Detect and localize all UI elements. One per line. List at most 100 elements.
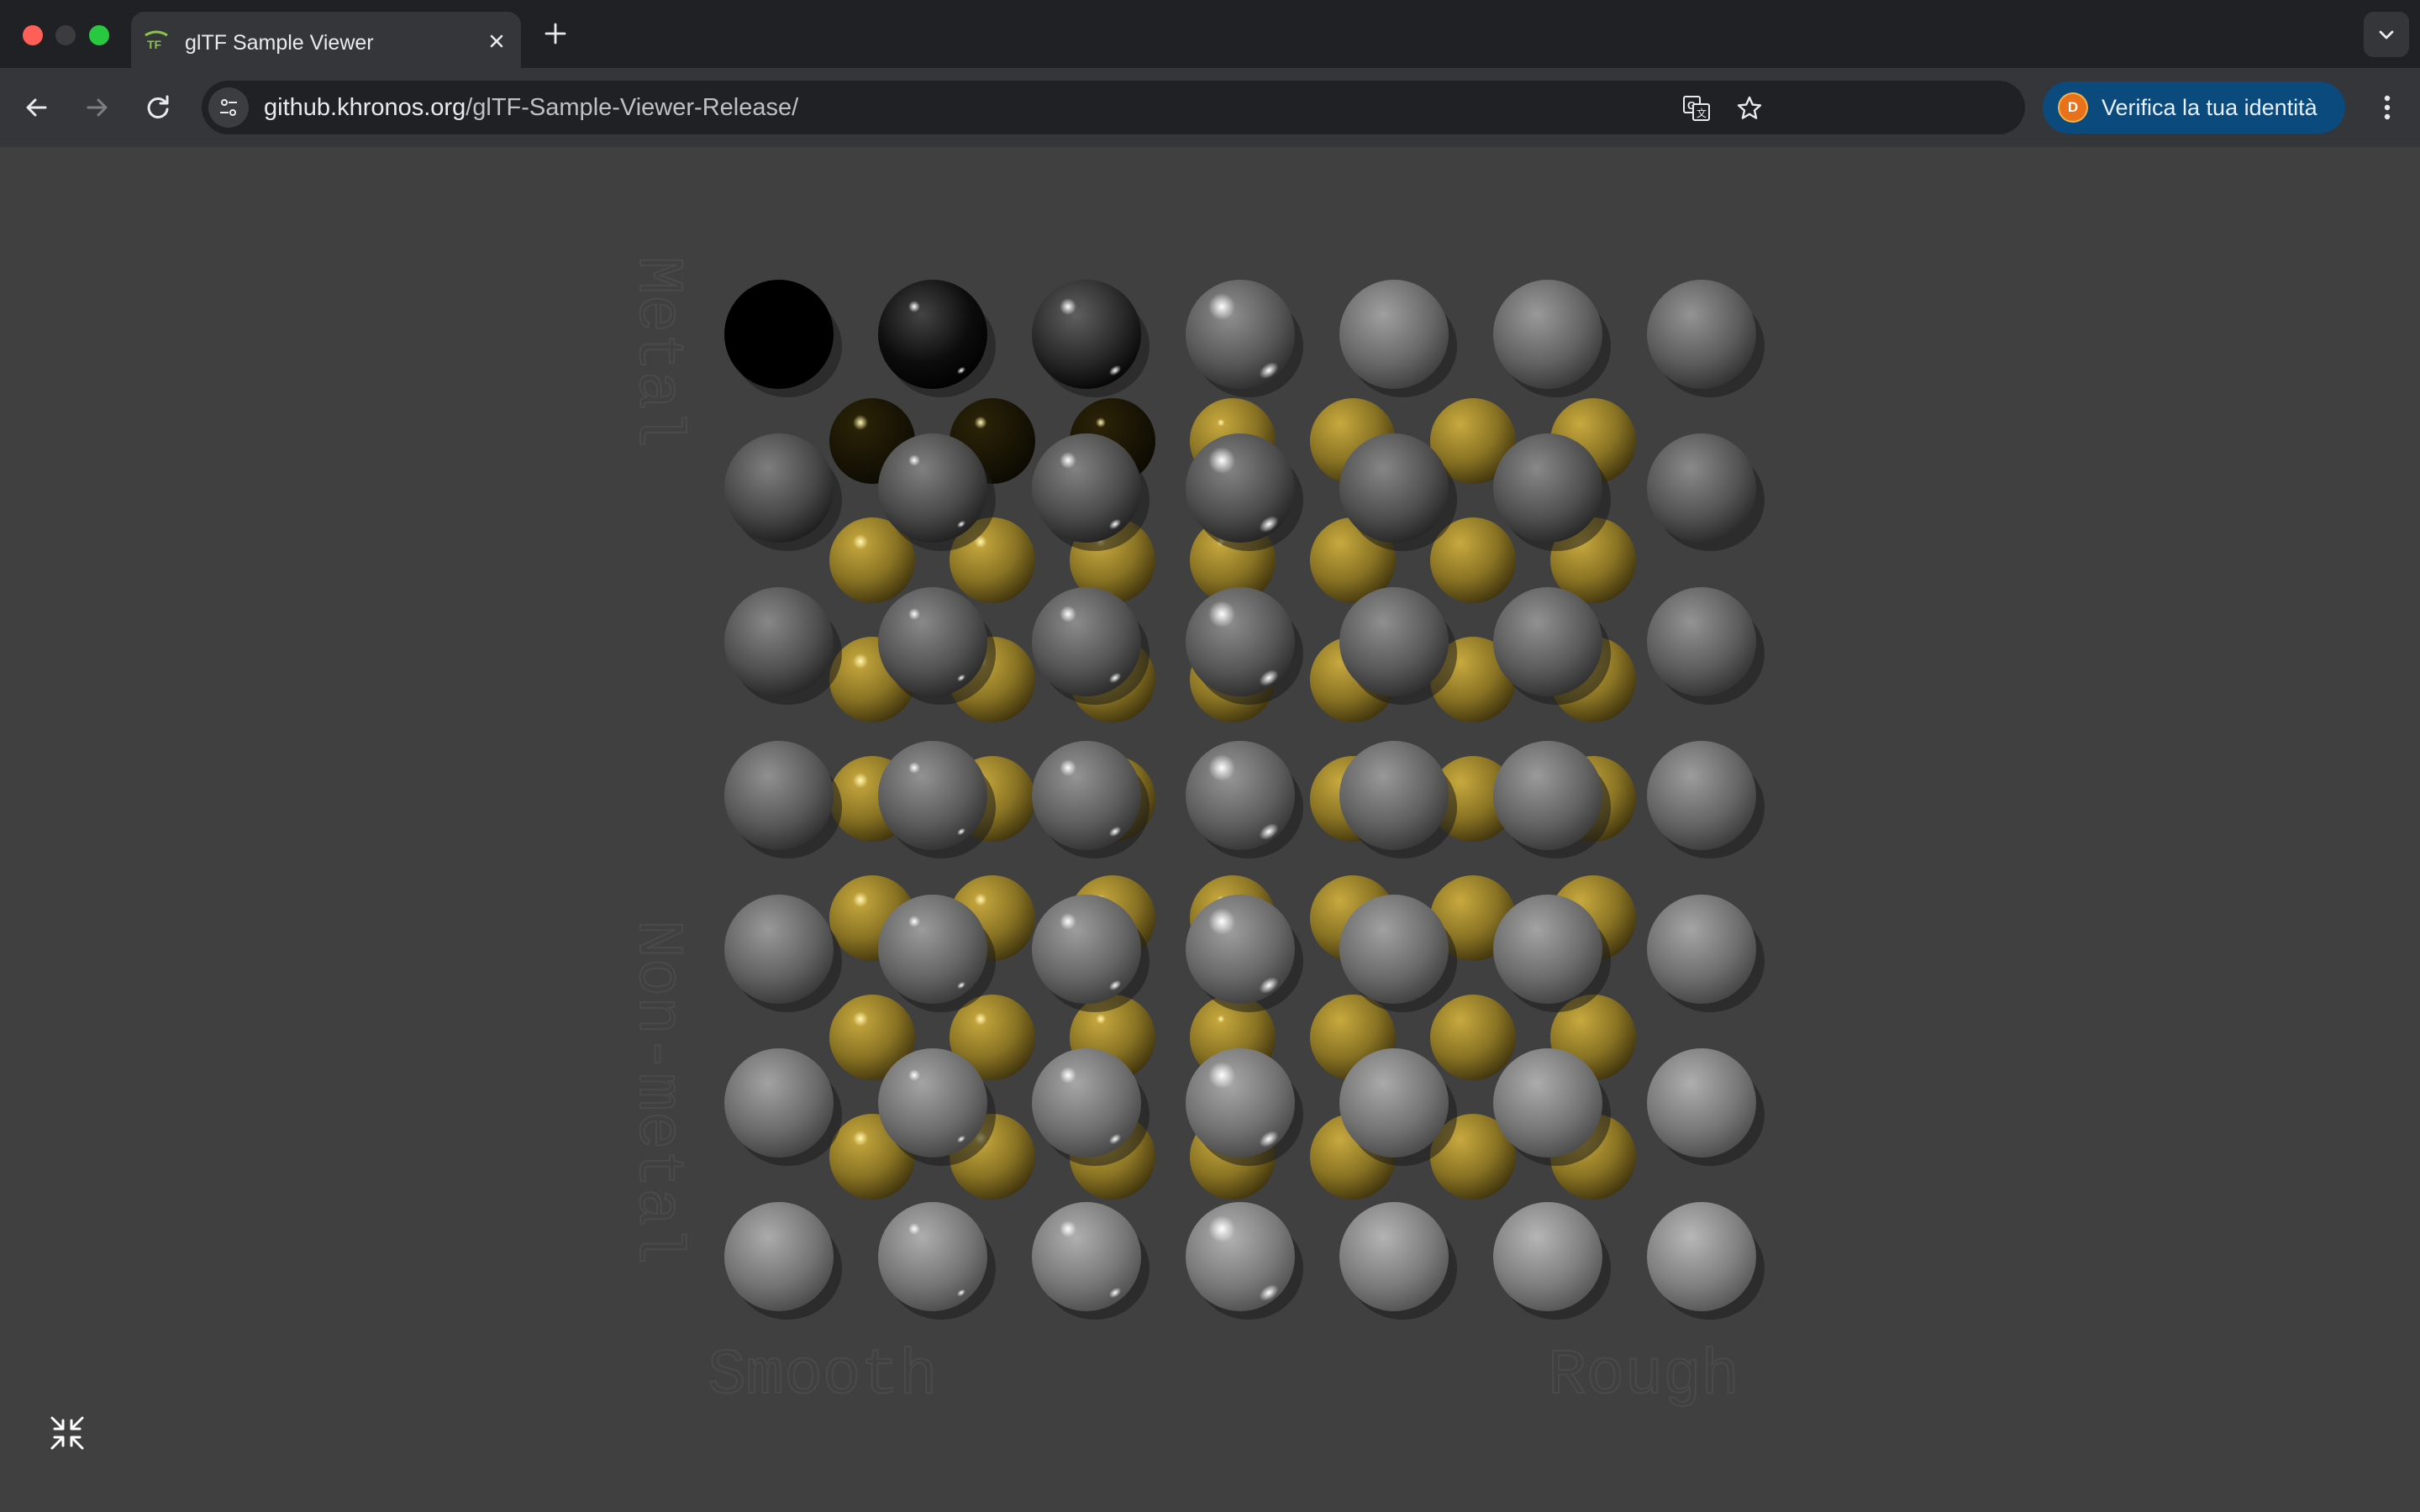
gold-sphere-highlight: [853, 654, 868, 669]
sphere-highlight: [908, 916, 920, 927]
svg-text:TF: TF: [147, 38, 162, 51]
grey-sphere: [724, 741, 834, 850]
window-maximize-button[interactable]: [89, 25, 109, 45]
svg-text:文: 文: [1697, 107, 1707, 119]
grey-sphere: [1186, 433, 1295, 543]
grey-sphere: [1339, 587, 1449, 696]
tab-title: glTF Sample Viewer: [185, 31, 374, 55]
gold-sphere-highlight: [1217, 1015, 1225, 1023]
sphere-highlight: [1060, 452, 1076, 469]
translate-icon[interactable]: G 文: [1682, 94, 1711, 123]
window-minimize-button[interactable]: [55, 25, 76, 45]
gold-sphere-highlight: [853, 773, 868, 788]
sphere-highlight: [1208, 754, 1235, 781]
metal-rough-spheres-scene: Metal Non-metal Smooth Rough: [620, 255, 1765, 1413]
grey-sphere: [878, 1202, 987, 1311]
sphere-highlight: [1208, 1215, 1235, 1242]
sphere-highlight: [1060, 606, 1076, 622]
gold-sphere-highlight: [853, 534, 868, 549]
verify-identity-button[interactable]: D Verifica la tua identità: [2043, 81, 2345, 134]
grey-sphere: [878, 433, 987, 543]
sphere-highlight: [908, 1223, 920, 1235]
grey-sphere: [1032, 433, 1141, 543]
grey-sphere: [1493, 280, 1602, 389]
grey-sphere: [1339, 433, 1449, 543]
grey-sphere: [878, 895, 987, 1004]
address-bar[interactable]: github.khronos.org/glTF-Sample-Viewer-Re…: [202, 81, 2025, 134]
grey-sphere: [878, 587, 987, 696]
gltf-viewer-canvas[interactable]: Metal Non-metal Smooth Rough: [0, 147, 2420, 1512]
gold-sphere: [1430, 995, 1516, 1080]
grey-sphere: [1339, 1202, 1449, 1311]
grey-sphere: [1493, 1202, 1602, 1311]
arrow-right-icon[interactable]: [78, 89, 115, 126]
grey-sphere: [1647, 587, 1756, 696]
reload-icon[interactable]: [139, 89, 176, 126]
sphere-highlight: [908, 1069, 920, 1081]
url-text[interactable]: github.khronos.org/glTF-Sample-Viewer-Re…: [264, 94, 798, 122]
chevron-down-icon: [2379, 30, 2394, 39]
grey-sphere: [1032, 1048, 1141, 1158]
grey-sphere: [1339, 895, 1449, 1004]
gold-sphere-highlight: [853, 892, 868, 907]
grey-sphere: [724, 1048, 834, 1158]
sphere-highlight: [1060, 913, 1076, 930]
url-path: /glTF-Sample-Viewer-Release/: [466, 94, 799, 121]
browser-tab[interactable]: TF glTF Sample Viewer: [131, 12, 521, 68]
grey-sphere: [878, 280, 987, 389]
grey-sphere: [1339, 280, 1449, 389]
grey-sphere: [878, 741, 987, 850]
sphere-highlight: [908, 608, 920, 620]
sphere-highlight: [1060, 1067, 1076, 1084]
grey-sphere: [1186, 587, 1295, 696]
grey-sphere: [1647, 433, 1756, 543]
sphere-highlight: [1060, 298, 1076, 315]
verify-identity-label: Verifica la tua identità: [2102, 95, 2317, 120]
grey-sphere: [724, 587, 834, 696]
grey-sphere: [1647, 280, 1756, 389]
grey-sphere: [1032, 1202, 1141, 1311]
site-info-button[interactable]: [208, 87, 249, 128]
grey-sphere: [1186, 895, 1295, 1004]
non-metal-label: Non-metal: [621, 920, 693, 1264]
grey-sphere: [1647, 895, 1756, 1004]
grey-sphere: [1493, 1048, 1602, 1158]
kebab-menu-icon[interactable]: [2369, 89, 2406, 126]
window-close-button[interactable]: [23, 25, 43, 45]
grey-sphere: [1493, 587, 1602, 696]
sphere-highlight: [908, 762, 920, 774]
grey-sphere: [724, 1202, 834, 1311]
grey-sphere: [1186, 741, 1295, 850]
sphere-highlight: [1060, 1221, 1076, 1237]
gold-sphere-highlight: [974, 416, 987, 429]
arrow-left-icon[interactable]: [18, 89, 55, 126]
plus-icon[interactable]: [540, 18, 571, 49]
grey-sphere: [878, 1048, 987, 1158]
gold-sphere-highlight: [853, 1011, 868, 1026]
sphere-highlight: [1208, 447, 1235, 474]
gold-sphere-highlight: [1096, 1014, 1106, 1024]
star-icon[interactable]: [1735, 94, 1764, 123]
sphere-highlight: [908, 454, 920, 466]
close-icon[interactable]: [484, 29, 509, 54]
rough-label: Rough: [1548, 1340, 1739, 1412]
tune-icon: [220, 99, 237, 116]
grey-sphere: [1032, 741, 1141, 850]
gold-sphere-highlight: [853, 1131, 868, 1146]
exit-fullscreen-icon[interactable]: [47, 1413, 87, 1453]
smooth-label: Smooth: [708, 1340, 938, 1412]
gold-sphere-highlight: [1096, 417, 1106, 428]
metal-label: Metal: [621, 256, 693, 448]
grey-sphere: [724, 895, 834, 1004]
gold-sphere-highlight: [974, 1012, 987, 1026]
grey-sphere: [1186, 280, 1295, 389]
gold-sphere-highlight: [974, 893, 987, 906]
tab-search-button[interactable]: [2364, 12, 2409, 57]
grey-sphere: [1647, 1202, 1756, 1311]
grey-sphere: [724, 433, 834, 543]
tab-strip: TF glTF Sample Viewer: [0, 0, 2420, 68]
gltf-logo-icon: TF: [145, 30, 168, 51]
grey-sphere: [1032, 587, 1141, 696]
grey-sphere: [1186, 1048, 1295, 1158]
sphere-highlight: [908, 301, 920, 312]
